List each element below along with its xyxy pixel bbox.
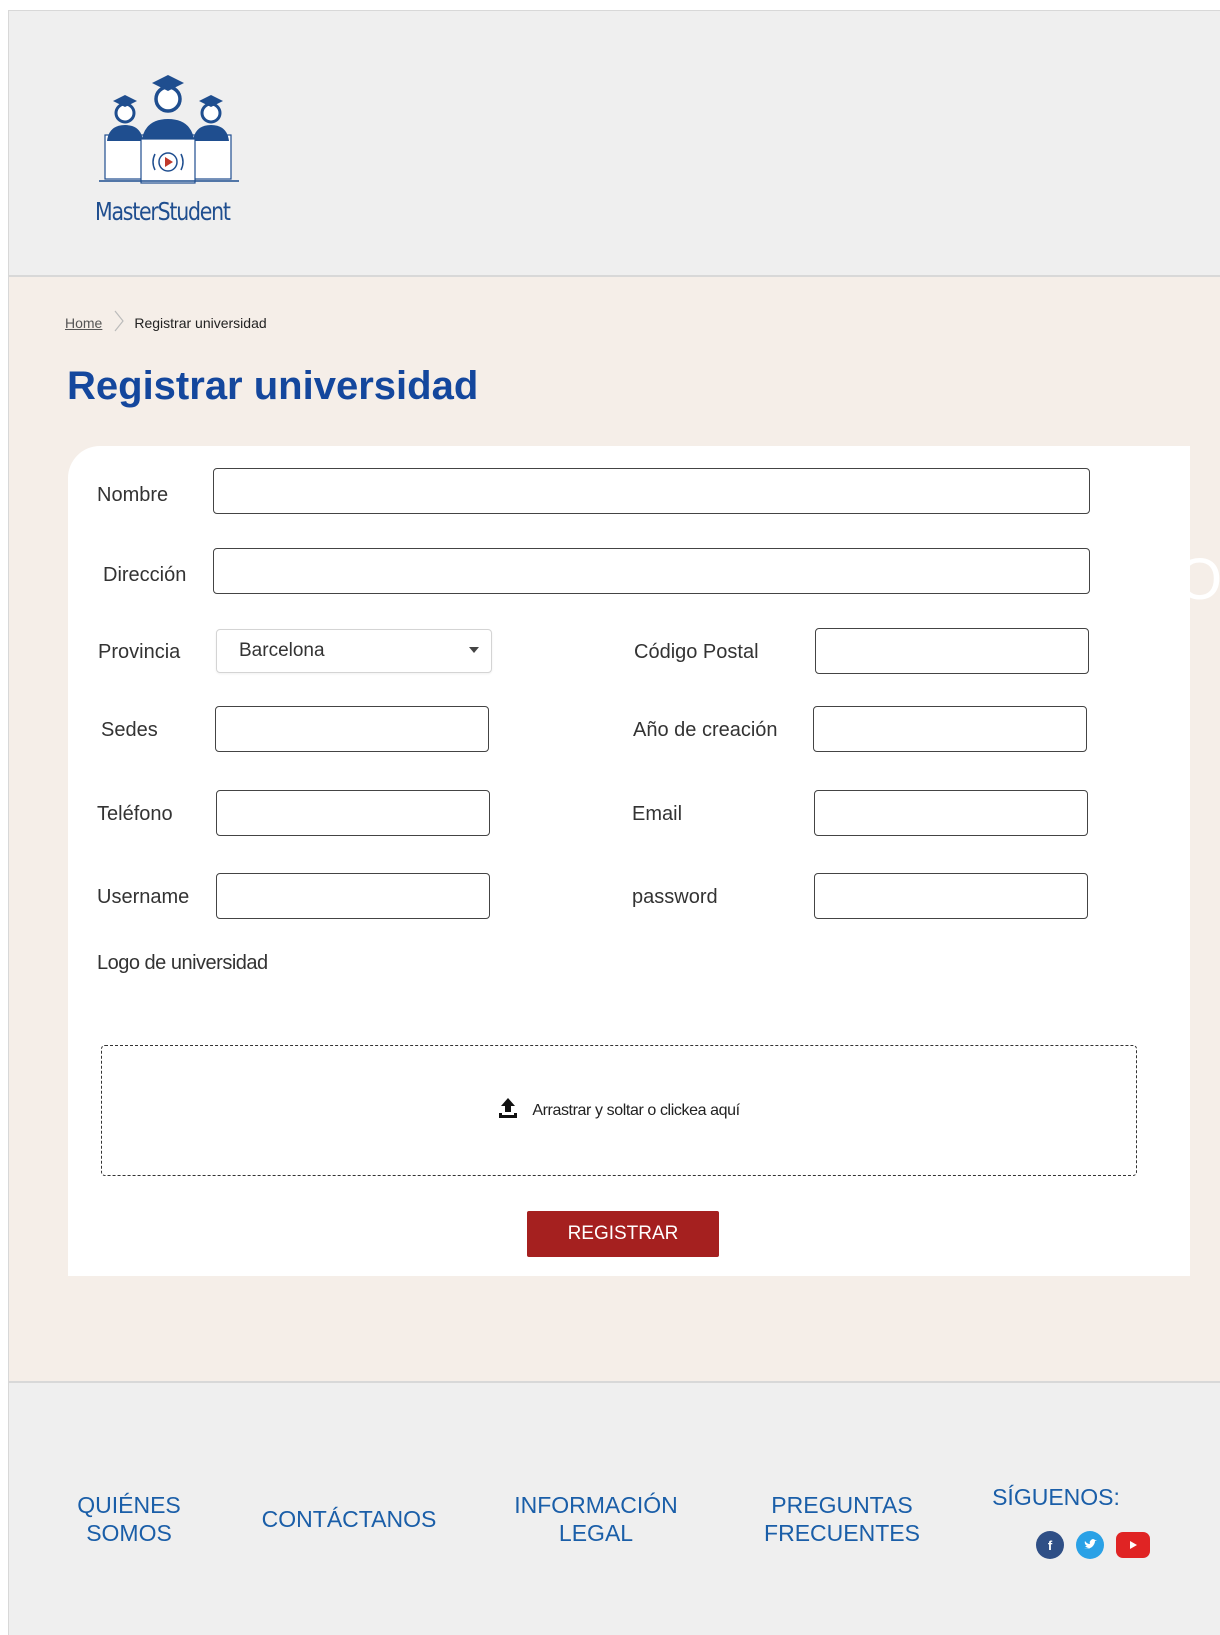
registration-form: Nombre Dirección Provincia Barcelona Cód… bbox=[68, 446, 1190, 1276]
footer-link-line: QUIÉNES bbox=[77, 1492, 181, 1518]
direccion-input[interactable] bbox=[213, 548, 1090, 594]
codigo-postal-label: Código Postal bbox=[634, 641, 759, 663]
logo-label: Logo de universidad bbox=[97, 952, 268, 974]
footer-link-line: PREGUNTAS bbox=[771, 1492, 913, 1518]
email-label: Email bbox=[632, 803, 683, 825]
username-input[interactable] bbox=[216, 873, 490, 919]
site-logo[interactable]: MasterStudent bbox=[95, 69, 255, 245]
graduates-logo-icon bbox=[99, 75, 239, 184]
upload-icon bbox=[498, 1097, 518, 1124]
footer-link-preguntas-frecuentes[interactable]: PREGUNTAS FRECUENTES bbox=[752, 1491, 932, 1547]
nombre-input[interactable] bbox=[213, 468, 1090, 514]
email-input[interactable] bbox=[814, 790, 1088, 836]
caret-down-icon bbox=[469, 647, 479, 653]
footer-link-line: SOMOS bbox=[86, 1520, 172, 1546]
site-header: MasterStudent bbox=[9, 11, 1220, 277]
direccion-label: Dirección bbox=[103, 564, 187, 586]
telefono-label: Teléfono bbox=[97, 803, 173, 825]
provincia-label: Provincia bbox=[98, 641, 181, 663]
telefono-input[interactable] bbox=[216, 790, 490, 836]
page-title: Registrar universidad bbox=[67, 364, 479, 408]
register-button[interactable]: REGISTRAR bbox=[527, 1211, 719, 1257]
breadcrumb-home-link[interactable]: Home bbox=[65, 315, 102, 331]
page-frame: MasterStudent Home Registrar universidad… bbox=[8, 10, 1220, 1635]
footer-link-line: FRECUENTES bbox=[764, 1520, 920, 1546]
site-footer: QUIÉNES SOMOS CONTÁCTANOS INFORMACIÓN LE… bbox=[9, 1381, 1220, 1635]
footer-link-informacion-legal[interactable]: INFORMACIÓN LEGAL bbox=[504, 1491, 688, 1547]
anio-creacion-label: Año de creación bbox=[633, 719, 778, 741]
social-links: f bbox=[1036, 1531, 1150, 1559]
nombre-label: Nombre bbox=[97, 484, 169, 506]
footer-link-line: INFORMACIÓN bbox=[514, 1492, 678, 1518]
sedes-input[interactable] bbox=[215, 706, 489, 752]
password-label: password bbox=[632, 886, 718, 908]
provincia-select[interactable]: Barcelona bbox=[216, 629, 492, 673]
facebook-icon[interactable]: f bbox=[1036, 1531, 1064, 1559]
username-label: Username bbox=[97, 886, 190, 908]
follow-us-label: SÍGUENOS: bbox=[992, 1484, 1120, 1510]
footer-link-contactanos[interactable]: CONTÁCTANOS bbox=[249, 1505, 449, 1533]
dropzone-text: Arrastrar y soltar o clickea aquí bbox=[532, 1101, 740, 1119]
footer-link-line: LEGAL bbox=[558, 1520, 634, 1546]
breadcrumb: Home Registrar universidad bbox=[65, 310, 267, 335]
chevron-right-icon bbox=[114, 310, 125, 335]
codigo-postal-input[interactable] bbox=[815, 628, 1089, 674]
footer-link-quienes-somos[interactable]: QUIÉNES SOMOS bbox=[69, 1491, 189, 1547]
brand-name: MasterStudent bbox=[95, 197, 231, 226]
footer-link-line: CONTÁCTANOS bbox=[261, 1506, 437, 1532]
password-input[interactable] bbox=[814, 873, 1088, 919]
provincia-selected-value: Barcelona bbox=[239, 640, 325, 661]
twitter-icon[interactable] bbox=[1076, 1531, 1104, 1559]
logo-dropzone[interactable]: Arrastrar y soltar o clickea aquí bbox=[101, 1045, 1137, 1176]
sedes-label: Sedes bbox=[101, 719, 158, 741]
youtube-icon[interactable] bbox=[1116, 1532, 1150, 1558]
breadcrumb-current: Registrar universidad bbox=[134, 314, 267, 331]
anio-creacion-input[interactable] bbox=[813, 706, 1087, 752]
